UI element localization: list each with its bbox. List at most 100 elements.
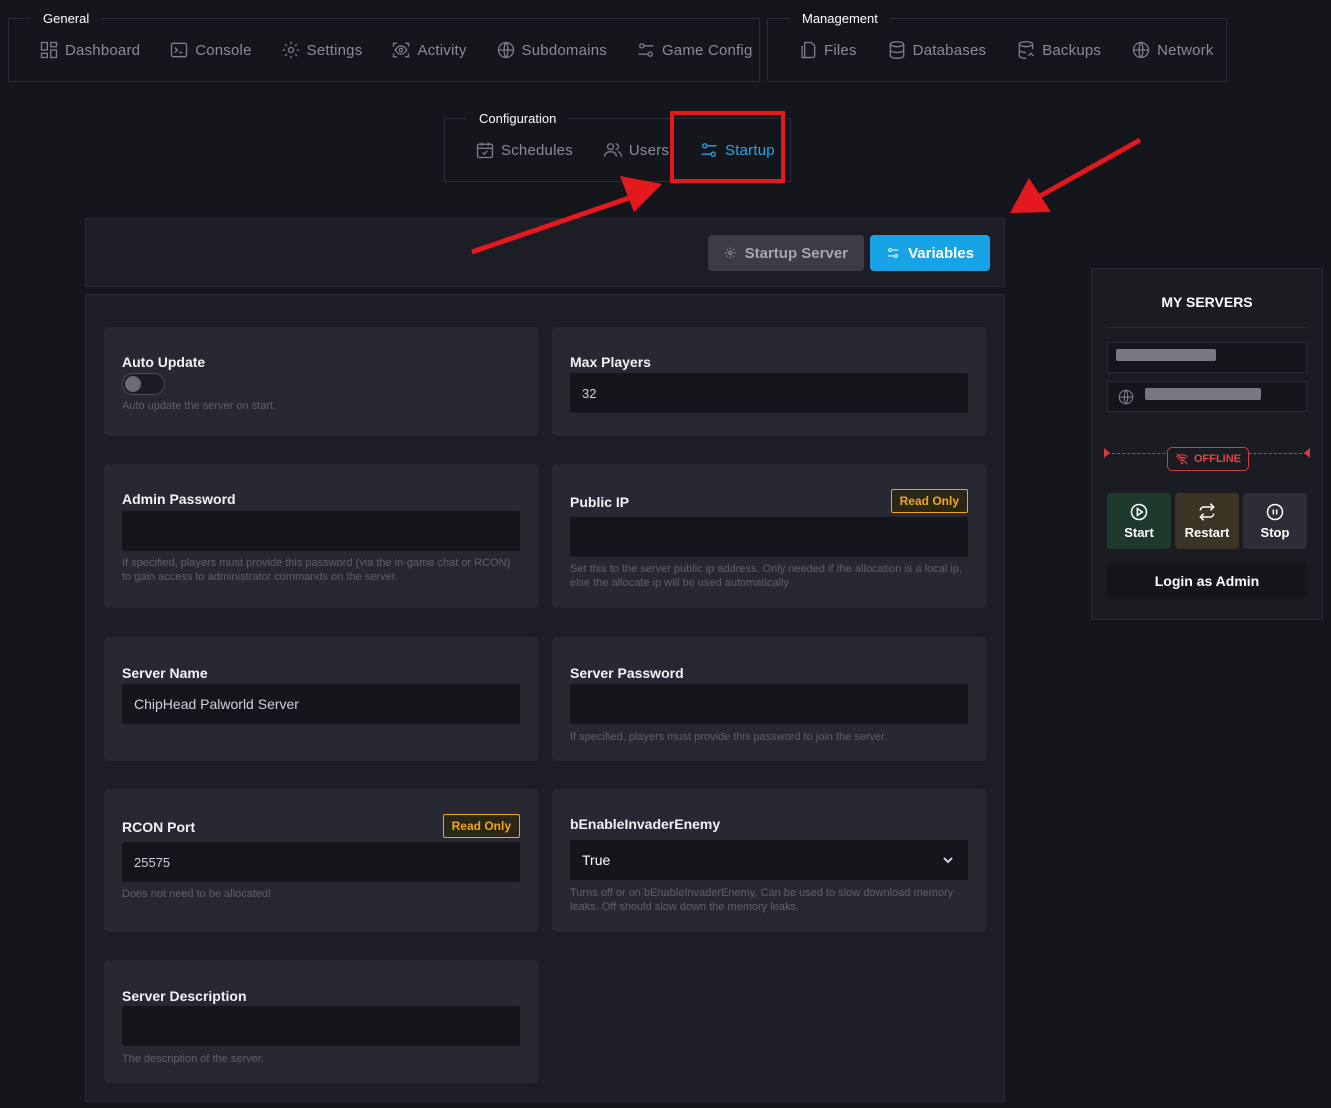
nav-item-console[interactable]: Console — [169, 40, 251, 60]
gear-icon — [282, 41, 299, 59]
server-password-input[interactable] — [570, 684, 968, 724]
nav-item-label: Settings — [306, 41, 363, 59]
my-servers-panel: MY SERVERS OFFLINE Start Restart Stop Lo… — [1091, 268, 1323, 620]
start-button[interactable]: Start — [1107, 493, 1171, 549]
restart-button[interactable]: Restart — [1175, 493, 1239, 549]
stop-button[interactable]: Stop — [1243, 493, 1307, 549]
read-only-badge: Read Only — [442, 814, 520, 838]
variable-card-server-password: Server Password If specified, players mu… — [552, 637, 986, 761]
redacted-server-address — [1145, 388, 1261, 400]
console-icon — [171, 42, 188, 58]
nav-item-label: Dashboard — [65, 41, 141, 59]
auto-update-toggle[interactable] — [122, 373, 165, 395]
variable-card-server-description: Server Description The description of th… — [104, 960, 538, 1083]
tab-label: Startup Server — [744, 244, 848, 262]
variable-label: RCON Port — [122, 819, 196, 835]
nav-item-backups[interactable]: Backups — [1016, 40, 1101, 60]
variable-card-public-ip: Public IP Read Only Set this to the serv… — [552, 464, 986, 608]
pause-icon — [1266, 503, 1284, 521]
nav-management-legend: Management — [790, 9, 890, 29]
variable-label: Public IP — [570, 494, 630, 510]
variable-label: Server Password — [570, 665, 684, 681]
nav-item-label: Subdomains — [521, 41, 607, 59]
server-name-field[interactable] — [1107, 342, 1307, 373]
users-icon — [603, 143, 622, 157]
highlight-box-startup — [670, 111, 785, 183]
calendar-check-icon — [476, 142, 494, 159]
nav-item-network[interactable]: Network — [1131, 40, 1213, 60]
restart-label: Restart — [1184, 525, 1230, 540]
variable-card-auto-update: Auto Update Auto update the server on st… — [104, 327, 538, 436]
status-marker-left — [1104, 448, 1110, 458]
database-icon — [889, 41, 905, 60]
redacted-server-name — [1116, 349, 1216, 361]
nav-item-label: Activity — [417, 41, 467, 59]
variable-label: Auto Update — [122, 354, 206, 370]
invader-enemy-select[interactable]: True — [570, 840, 968, 880]
nav-item-label: Game Config — [661, 41, 753, 59]
variable-help: Auto update the server on start. — [122, 400, 277, 412]
nav-item-game-config[interactable]: Game Config — [636, 40, 753, 60]
eye-scan-icon — [393, 42, 410, 58]
nav-management: Management Files Databases Backups Netwo… — [767, 9, 1227, 82]
read-only-badge: Read Only — [890, 489, 968, 513]
variable-card-server-name: Server Name ChipHead Palworld Server — [104, 637, 538, 761]
variables-panel: Auto Update Auto update the server on st… — [85, 294, 1005, 1102]
server-description-input[interactable] — [122, 1006, 520, 1046]
nav-item-activity[interactable]: Activity — [391, 40, 466, 60]
nav-item-settings[interactable]: Settings — [281, 40, 363, 60]
server-name-input[interactable]: ChipHead Palworld Server — [122, 684, 520, 724]
status-marker-right — [1304, 448, 1310, 458]
variable-help: Does not need to be allocated! — [122, 888, 272, 900]
select-value: True — [582, 852, 611, 868]
variable-label: Server Name — [122, 665, 208, 681]
admin-password-input[interactable] — [122, 511, 520, 551]
nav-item-label: Schedules — [501, 141, 573, 159]
max-players-input[interactable]: 32 — [570, 373, 968, 413]
play-icon — [1130, 503, 1148, 521]
variable-label: Admin Password — [122, 491, 236, 507]
startup-server-tab-button[interactable]: Startup Server — [708, 235, 864, 271]
rcon-port-input: 25575 — [122, 842, 520, 882]
variable-label: Max Players — [570, 354, 651, 370]
variable-card-invader-enemy: bEnableInvaderEnemy True Turns off or on… — [552, 789, 986, 932]
nav-general: General Dashboard Console Settings Activ… — [8, 9, 760, 82]
startup-tab-bar: Startup Server Variables — [85, 218, 1005, 287]
nav-configuration-legend: Configuration — [467, 109, 569, 129]
globe-icon — [1132, 41, 1150, 59]
nav-item-files[interactable]: Files — [798, 40, 857, 60]
nav-item-databases[interactable]: Databases — [887, 40, 987, 60]
nav-general-legend: General — [31, 9, 102, 29]
wifi-off-icon — [1175, 453, 1189, 465]
variable-help: If specified, players must provide this … — [122, 557, 511, 583]
nav-item-label: Backups — [1042, 41, 1102, 59]
login-as-admin-button[interactable]: Login as Admin — [1107, 563, 1307, 599]
status-badge: OFFLINE — [1167, 447, 1249, 471]
variable-label: bEnableInvaderEnemy — [570, 816, 721, 832]
variable-card-rcon-port: RCON Port Read Only 25575 Does not need … — [104, 789, 538, 932]
nav-item-dashboard[interactable]: Dashboard — [39, 40, 140, 60]
arrow-to-variables — [1010, 137, 1142, 213]
variable-label: Server Description — [122, 988, 247, 1004]
start-label: Start — [1124, 525, 1154, 540]
chevron-down-icon — [943, 857, 953, 864]
my-servers-title: MY SERVERS — [1161, 294, 1253, 310]
globe-icon — [497, 41, 514, 59]
sliders-icon — [638, 43, 654, 57]
nav-item-users[interactable]: Users — [603, 140, 669, 160]
nav-item-schedules[interactable]: Schedules — [475, 140, 573, 160]
server-address-field[interactable] — [1107, 381, 1307, 412]
globe-icon — [1118, 389, 1134, 405]
variable-card-admin-password: Admin Password If specified, players mus… — [104, 464, 538, 608]
files-icon — [801, 41, 816, 59]
divider — [1107, 327, 1307, 328]
nav-item-label: Console — [195, 41, 252, 59]
public-ip-input — [570, 517, 968, 557]
variables-tab-button[interactable]: Variables — [870, 235, 990, 271]
nav-item-subdomains[interactable]: Subdomains — [496, 40, 607, 60]
variable-help: Turns off or on bEnableInvaderEnemy, Can… — [570, 887, 954, 913]
repeat-icon — [1199, 503, 1215, 521]
variable-help: The description of the server. — [122, 1053, 264, 1065]
dashboard-icon — [40, 41, 58, 59]
stop-label: Stop — [1260, 525, 1290, 540]
